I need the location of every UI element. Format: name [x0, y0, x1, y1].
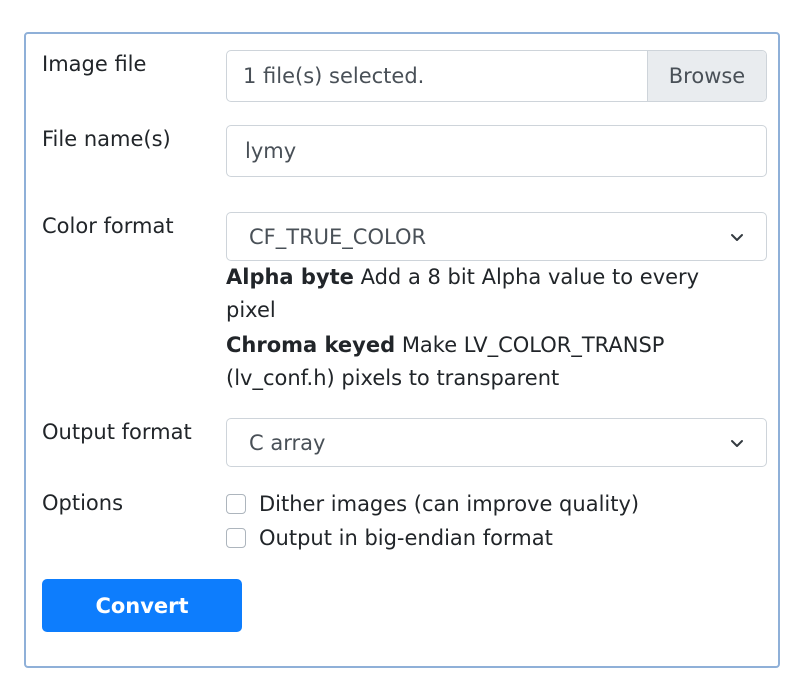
help-chroma-keyed: Chroma keyed Make LV_COLOR_TRANSP (lv_co… — [226, 329, 746, 395]
help-term: Chroma keyed — [226, 333, 396, 357]
color-format-select[interactable]: CF_TRUE_COLOR — [226, 212, 767, 261]
big-endian-option-label: Output in big-endian format — [259, 526, 553, 550]
color-format-help: Alpha byte Add a 8 bit Alpha value to ev… — [226, 261, 746, 395]
help-desc-cont: pixel — [226, 298, 276, 322]
chevron-down-icon — [730, 436, 744, 450]
help-term: Alpha byte — [226, 265, 354, 289]
color-format-label: Color format — [42, 214, 174, 238]
browse-button[interactable]: Browse — [647, 51, 766, 101]
image-file-label: Image file — [42, 52, 147, 76]
converter-card: Image file 1 file(s) selected. Browse Fi… — [24, 32, 780, 668]
file-status-text: 1 file(s) selected. — [243, 64, 425, 88]
output-format-select[interactable]: C array — [226, 418, 767, 467]
image-file-input[interactable]: 1 file(s) selected. Browse — [226, 50, 767, 102]
big-endian-option[interactable]: Output in big-endian format — [226, 526, 553, 550]
output-format-selected: C array — [249, 430, 326, 455]
dither-option-label: Dither images (can improve quality) — [259, 492, 640, 516]
file-names-input[interactable]: lymy — [226, 125, 767, 177]
output-format-label: Output format — [42, 420, 192, 444]
chevron-down-icon — [730, 230, 744, 244]
dither-checkbox[interactable] — [226, 494, 246, 514]
options-label: Options — [42, 491, 124, 515]
convert-button[interactable]: Convert — [42, 579, 242, 632]
help-desc: Add a 8 bit Alpha value to every — [360, 265, 700, 289]
dither-option[interactable]: Dither images (can improve quality) — [226, 492, 639, 516]
help-desc: Make LV_COLOR_TRANSP — [401, 333, 665, 357]
help-alpha-byte: Alpha byte Add a 8 bit Alpha value to ev… — [226, 261, 746, 327]
color-format-selected: CF_TRUE_COLOR — [249, 224, 427, 249]
big-endian-checkbox[interactable] — [226, 528, 246, 548]
file-names-label: File name(s) — [42, 127, 171, 151]
help-desc-cont: (lv_conf.h) pixels to transparent — [226, 366, 560, 390]
